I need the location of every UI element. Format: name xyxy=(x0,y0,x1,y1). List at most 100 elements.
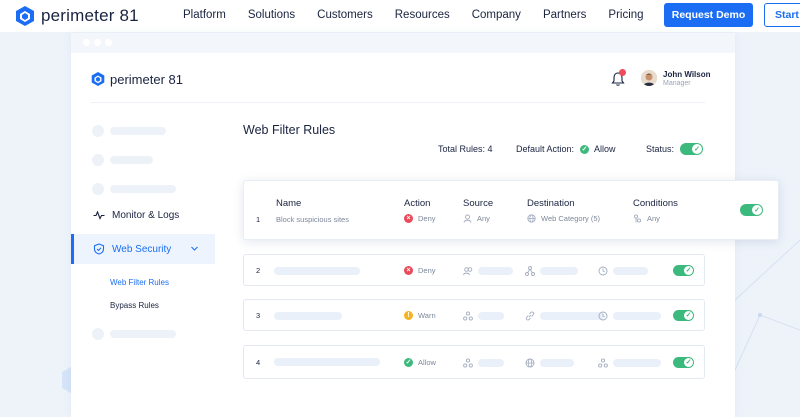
page-title: Web Filter Rules xyxy=(243,123,336,137)
rule-action-label: Allow xyxy=(418,358,436,367)
rule-row-3[interactable]: 3 ! Warn ✓ xyxy=(243,299,705,331)
rule-name-placeholder xyxy=(274,267,360,275)
rule-source-placeholder xyxy=(478,359,504,367)
rule-action[interactable]: × Deny xyxy=(404,266,436,275)
rule-source-label: Any xyxy=(477,214,490,223)
rule-index: 4 xyxy=(256,358,261,367)
rule-toggle[interactable]: ✓ xyxy=(740,204,763,216)
site-brand-name: perimeter 81 xyxy=(41,6,139,25)
nav-company[interactable]: Company xyxy=(472,9,521,21)
nav-platform[interactable]: Platform xyxy=(183,9,226,21)
users-icon xyxy=(463,267,473,276)
sidebar-item-web-security-label[interactable]: Web Security xyxy=(93,243,171,255)
window-titlebar xyxy=(71,33,735,53)
rule-row-1[interactable]: Name Action Source Destination Condition… xyxy=(243,180,779,240)
sidebar-placeholder-icon xyxy=(92,328,104,340)
nav-partners[interactable]: Partners xyxy=(543,9,586,21)
sidebar-placeholder-icon xyxy=(92,183,104,195)
rule-toggle[interactable]: ✓ xyxy=(673,357,694,368)
rule-action[interactable]: ! Warn xyxy=(404,311,436,320)
network-icon xyxy=(525,266,535,276)
rule-action[interactable]: ✓ Allow xyxy=(404,358,436,367)
link-icon xyxy=(525,311,535,321)
user-group-icon xyxy=(598,358,608,368)
sidebar-subitem-web-filter-rules[interactable]: Web Filter Rules xyxy=(110,278,169,287)
deny-icon: × xyxy=(404,266,413,275)
rule-source-placeholder xyxy=(478,312,504,320)
nav-solutions[interactable]: Solutions xyxy=(248,9,295,21)
sidebar-subitem-bypass-rules[interactable]: Bypass Rules xyxy=(110,301,159,310)
sidebar-placeholder-label xyxy=(110,185,176,193)
conditions-icon xyxy=(633,214,642,223)
default-action-label: Default Action: xyxy=(516,144,575,154)
rule-destination[interactable]: Web Category (5) xyxy=(527,214,600,223)
window-dot xyxy=(105,39,112,46)
rule-source[interactable]: Any xyxy=(463,214,490,223)
activity-icon xyxy=(93,210,105,220)
nav-pricing[interactable]: Pricing xyxy=(608,9,643,21)
clock-icon xyxy=(598,311,608,321)
globe-icon xyxy=(527,214,536,223)
perimeter-logo-icon xyxy=(91,72,105,86)
rule-row-4[interactable]: 4 ✓ Allow ✓ xyxy=(243,345,705,379)
sidebar-placeholder-label xyxy=(110,156,153,164)
check-icon: ✓ xyxy=(684,266,693,275)
check-icon: ✓ xyxy=(692,144,702,154)
check-circle-icon: ✓ xyxy=(404,358,413,367)
check-icon: ✓ xyxy=(752,205,762,215)
user-group-icon xyxy=(463,358,473,368)
notification-badge xyxy=(619,69,626,76)
nav-customers[interactable]: Customers xyxy=(317,9,373,21)
request-demo-button[interactable]: Request Demo xyxy=(664,3,753,27)
sidebar-placeholder-icon xyxy=(92,154,104,166)
shield-icon xyxy=(93,243,105,255)
column-header-destination: Destination xyxy=(527,198,575,209)
chevron-down-icon[interactable] xyxy=(190,244,199,253)
user-name[interactable]: John Wilson xyxy=(663,70,710,79)
globe-icon xyxy=(525,358,535,368)
rule-toggle[interactable]: ✓ xyxy=(673,310,694,321)
rule-conditions[interactable]: Any xyxy=(633,214,660,223)
rule-destination-placeholder xyxy=(540,312,604,320)
user-icon xyxy=(463,214,472,223)
sidebar-item-label: Monitor & Logs xyxy=(112,209,180,221)
avatar[interactable] xyxy=(641,70,657,86)
rule-name: Block suspicious sites xyxy=(276,215,349,224)
status-label: Status: xyxy=(646,144,675,154)
header-divider xyxy=(91,102,705,103)
nav-resources[interactable]: Resources xyxy=(395,9,450,21)
app-window: perimeter 81 John Wilson Manager Monitor… xyxy=(71,33,779,417)
rule-index: 2 xyxy=(256,266,261,275)
default-action-value[interactable]: Allow xyxy=(594,144,616,154)
window-dot xyxy=(94,39,101,46)
rule-conditions-label: Any xyxy=(647,214,660,223)
rule-action[interactable]: × Deny xyxy=(404,214,436,223)
sidebar-item-monitor-logs[interactable]: Monitor & Logs xyxy=(93,209,179,221)
check-icon: ✓ xyxy=(684,358,693,367)
site-logo[interactable]: perimeter 81 xyxy=(15,5,139,27)
column-header-name: Name xyxy=(276,198,302,209)
sidebar-placeholder-icon xyxy=(92,125,104,137)
site-nav: Platform Solutions Customers Resources C… xyxy=(183,9,666,21)
status-toggle[interactable]: ✓ xyxy=(680,143,703,155)
total-rules: Total Rules: 4 xyxy=(438,144,493,154)
rule-index: 3 xyxy=(256,311,261,320)
rule-destination-placeholder xyxy=(540,359,574,367)
rule-action-label: Deny xyxy=(418,214,436,223)
check-circle-icon: ✓ xyxy=(580,144,590,154)
rule-index: 1 xyxy=(256,215,261,224)
default-action: Default Action: ✓ Allow xyxy=(516,144,616,154)
clock-icon xyxy=(598,266,608,276)
window-dot xyxy=(83,39,90,46)
column-header-action: Action xyxy=(404,198,431,209)
rule-action-label: Deny xyxy=(418,266,436,275)
app-brand-name: perimeter 81 xyxy=(110,71,183,87)
start-button[interactable]: Start xyxy=(764,3,800,27)
rule-row-2[interactable]: 2 × Deny ✓ xyxy=(243,254,705,286)
rule-conditions-placeholder xyxy=(613,359,661,367)
rule-toggle[interactable]: ✓ xyxy=(673,265,694,276)
check-icon: ✓ xyxy=(684,311,693,320)
column-header-source: Source xyxy=(463,198,494,209)
app-logo[interactable]: perimeter 81 xyxy=(91,71,183,87)
rule-destination-placeholder xyxy=(540,267,578,275)
